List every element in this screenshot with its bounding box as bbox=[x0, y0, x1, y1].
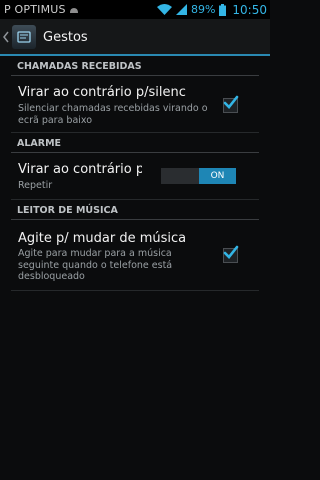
pref-flip-alarm[interactable]: Virar ao contrário p/a Repetir ON bbox=[11, 153, 259, 200]
signal-icon bbox=[175, 4, 187, 15]
pref-title: Agite p/ mudar de música bbox=[18, 231, 187, 246]
clock: 10:50 bbox=[232, 2, 267, 17]
action-bar: Gestos bbox=[0, 19, 270, 55]
pref-flip-to-silence[interactable]: Virar ao contrário p/silenc Silenciar ch… bbox=[11, 76, 259, 133]
checkmark-icon bbox=[223, 245, 239, 259]
flip-to-silence-checkbox[interactable] bbox=[223, 95, 239, 113]
wifi-icon bbox=[156, 4, 172, 15]
pref-title: Virar ao contrário p/a bbox=[18, 162, 142, 177]
android-icon bbox=[69, 7, 78, 13]
toggle-on-label: ON bbox=[199, 168, 236, 184]
pref-summary: Repetir bbox=[18, 180, 53, 191]
battery-percent: 89% bbox=[190, 3, 216, 16]
carrier-name: P OPTIMUS bbox=[4, 3, 66, 16]
status-bar: P OPTIMUS 89% 10:50 bbox=[0, 0, 270, 19]
shake-music-checkbox[interactable] bbox=[223, 245, 239, 263]
status-icons: 89% 10:50 bbox=[156, 2, 267, 17]
pref-title: Virar ao contrário p/silenc bbox=[18, 85, 186, 100]
section-header-music: LEITOR DE MÚSICA bbox=[11, 200, 259, 220]
section-header-calls: CHAMADAS RECEBIDAS bbox=[11, 56, 259, 76]
section-header-alarm: ALARME bbox=[11, 133, 259, 153]
battery-icon bbox=[219, 3, 227, 16]
gestures-glyph-icon bbox=[17, 31, 31, 43]
toggle-off-side bbox=[161, 168, 199, 184]
settings-list: CHAMADAS RECEBIDAS Virar ao contrário p/… bbox=[0, 56, 270, 291]
flip-alarm-toggle[interactable]: ON bbox=[161, 168, 236, 184]
gestures-app-icon[interactable] bbox=[12, 25, 36, 49]
checkmark-icon bbox=[223, 95, 239, 109]
pref-summary: Silenciar chamadas recebidas virando o e… bbox=[18, 103, 208, 126]
back-chevron-icon[interactable] bbox=[3, 31, 9, 43]
page-title: Gestos bbox=[43, 29, 88, 45]
pref-summary: Agite para mudar para a música seguinte … bbox=[18, 248, 173, 282]
pref-shake-music[interactable]: Agite p/ mudar de música Agite para muda… bbox=[11, 220, 259, 291]
